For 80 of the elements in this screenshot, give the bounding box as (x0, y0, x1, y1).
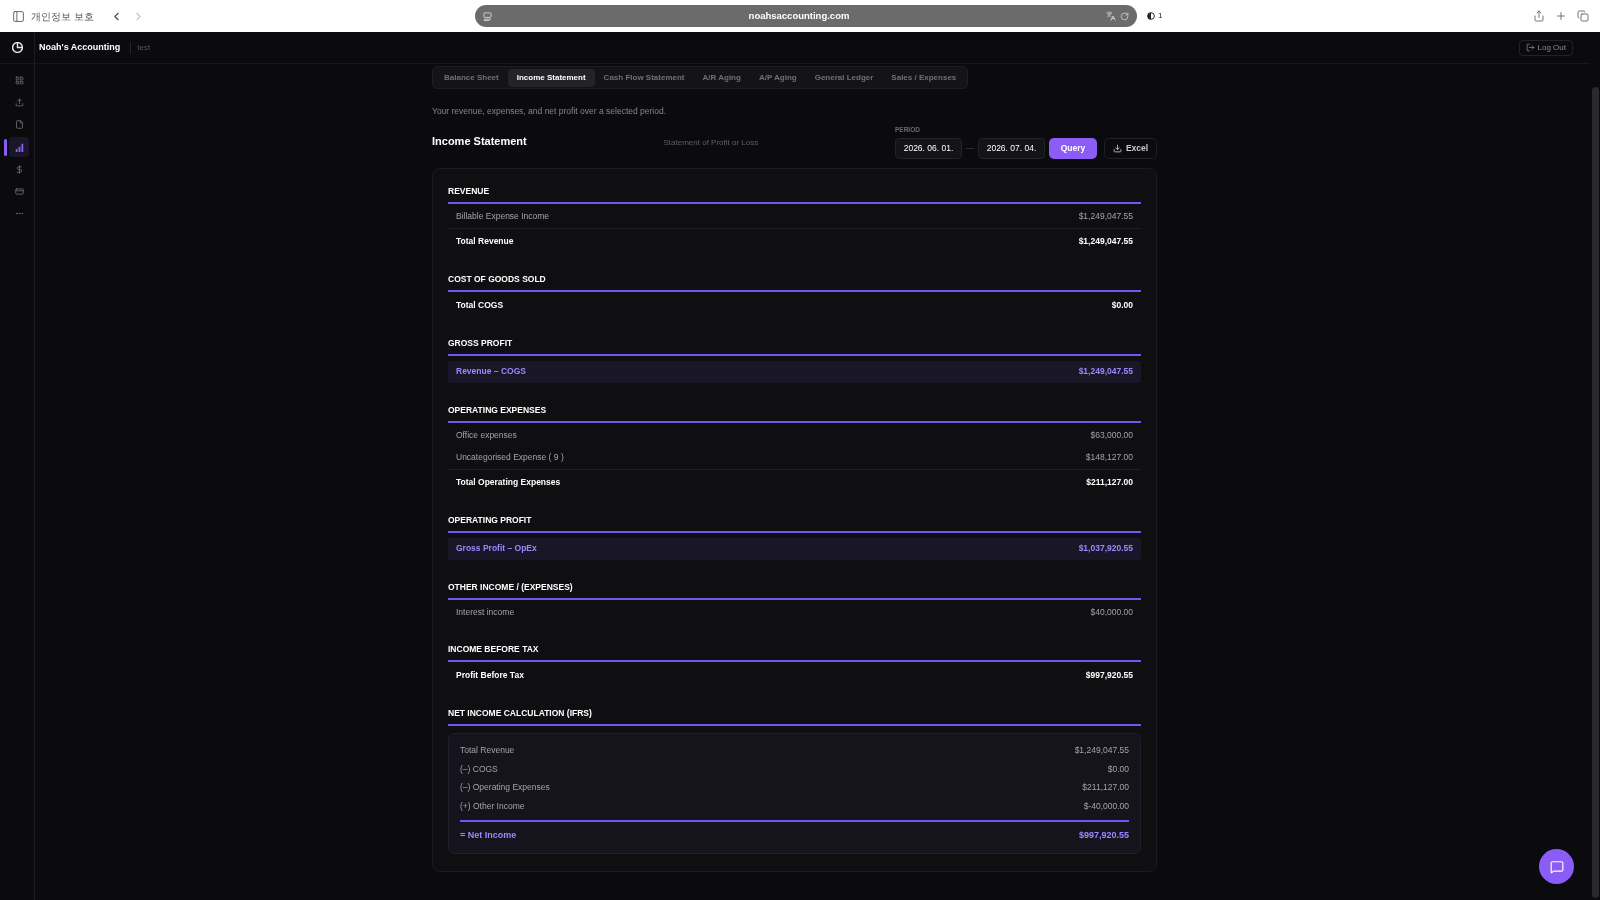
section-heading: INCOME BEFORE TAX (448, 642, 540, 655)
section-heading: OPERATING PROFIT (448, 513, 533, 526)
section-heading: GROSS PROFIT (448, 336, 514, 349)
chat-button[interactable] (1539, 849, 1574, 884)
date-field[interactable]: 2026. 06. 01. (895, 137, 962, 159)
calc-label: (–) Operating Expenses (460, 781, 550, 795)
excel-button[interactable]: Excel (1104, 137, 1157, 159)
total-label: Profit Before Tax (456, 669, 524, 682)
row-amount: $40,000.00 (1090, 606, 1133, 619)
total-amount: $1,249,047.55 (1078, 234, 1133, 248)
tab[interactable]: A/P Aging (749, 68, 806, 87)
net-income-label: = Net Income (460, 828, 517, 842)
calc-amount: $211,127.00 (1082, 781, 1129, 795)
section-heading: REVENUE (448, 184, 491, 197)
sidebar-item[interactable] (9, 137, 29, 158)
calc-label: (+) Other Income (460, 799, 525, 813)
section-heading: OPERATING EXPENSES (448, 403, 548, 416)
extension-count: 1 (1158, 10, 1163, 22)
calc-amount: $-40,000.00 (1083, 799, 1129, 813)
section-heading: OTHER INCOME / (EXPENSES) (448, 580, 574, 593)
net-income-amount: $997,920.55 (1078, 828, 1129, 842)
section-heading: NET INCOME CALCULATION (IFRS) (448, 706, 593, 719)
page-description: Your revenue, expenses, and net profit over a selected period. (432, 105, 668, 118)
row-label: Uncategorised Expense ( 9 ) (456, 451, 564, 464)
bar-chart-icon (14, 142, 24, 152)
row-label: Office expenses (456, 429, 517, 442)
row-amount: $148,127.00 (1085, 451, 1133, 464)
plus-icon[interactable] (1555, 10, 1567, 22)
date-separator: — (966, 142, 974, 154)
calc-amount: $1,249,047.55 (1074, 744, 1129, 758)
row-amount: $63,000.00 (1090, 429, 1133, 442)
chat-bubble-icon (1549, 859, 1564, 874)
upload-icon (14, 97, 24, 107)
date-field[interactable]: 2026. 07. 04. (978, 137, 1045, 159)
page-icon (483, 11, 492, 21)
section-heading: COST OF GOODS SOLD (448, 272, 547, 285)
workspace-label: test (137, 41, 151, 54)
file-icon (14, 120, 24, 130)
total-label: Total Operating Expenses (456, 475, 561, 489)
row-label: Billable Expense Income (456, 210, 550, 223)
address-bar[interactable]: noahsaccounting.com (475, 5, 1137, 27)
highlight-amount: $1,249,047.55 (1078, 365, 1133, 378)
pie-chart-icon[interactable] (11, 42, 23, 53)
total-amount: $0.00 (1111, 299, 1133, 312)
highlight-label: Gross Profit – OpEx (456, 542, 537, 555)
app-title: Noah's Accounting (39, 40, 121, 54)
calc-label: Total Revenue (460, 744, 515, 758)
share-icon[interactable] (1533, 10, 1545, 22)
half-circle-icon[interactable] (1147, 12, 1155, 20)
dollar-icon (14, 164, 24, 174)
highlight-label: Revenue – COGS (456, 365, 526, 378)
calc-amount: $0.00 (1107, 762, 1129, 776)
reload-icon[interactable] (1120, 11, 1129, 21)
total-label: Total COGS (456, 299, 504, 312)
translate-icon[interactable] (1106, 11, 1116, 21)
row-label: Interest income (456, 606, 515, 619)
credit-card-icon (14, 187, 24, 197)
statement-title: Income Statement (432, 134, 527, 149)
download-icon (1112, 143, 1122, 153)
tab[interactable]: Sales / Expenses (882, 68, 966, 87)
calc-label: (–) COGS (460, 762, 498, 776)
total-amount: $997,920.55 (1085, 669, 1133, 682)
scrollbar-thumb[interactable] (1591, 87, 1599, 898)
query-button[interactable]: Query (1049, 137, 1097, 159)
tab[interactable]: A/R Aging (693, 68, 750, 87)
statement-subtitle: Statement of Profit or Loss (663, 136, 759, 149)
tab[interactable]: Cash Flow Statement (594, 68, 694, 87)
row-amount: $1,249,047.55 (1078, 210, 1133, 223)
sidebar-toggle-icon[interactable] (12, 9, 25, 23)
highlight-amount: $1,037,920.55 (1078, 542, 1133, 555)
logout-icon (1525, 43, 1535, 52)
tab[interactable]: Income Statement (507, 68, 595, 87)
privacy-label[interactable]: 개인정보 보호 (31, 8, 94, 24)
stacked-squares-icon[interactable] (1577, 10, 1589, 22)
tab[interactable]: Balance Sheet (435, 68, 508, 87)
total-label: Total Revenue (456, 234, 514, 248)
grid-icon (14, 75, 24, 85)
logout-button[interactable]: Log Out (1518, 39, 1573, 56)
total-amount: $211,127.00 (1086, 475, 1133, 489)
tab[interactable]: General Ledger (805, 68, 883, 87)
